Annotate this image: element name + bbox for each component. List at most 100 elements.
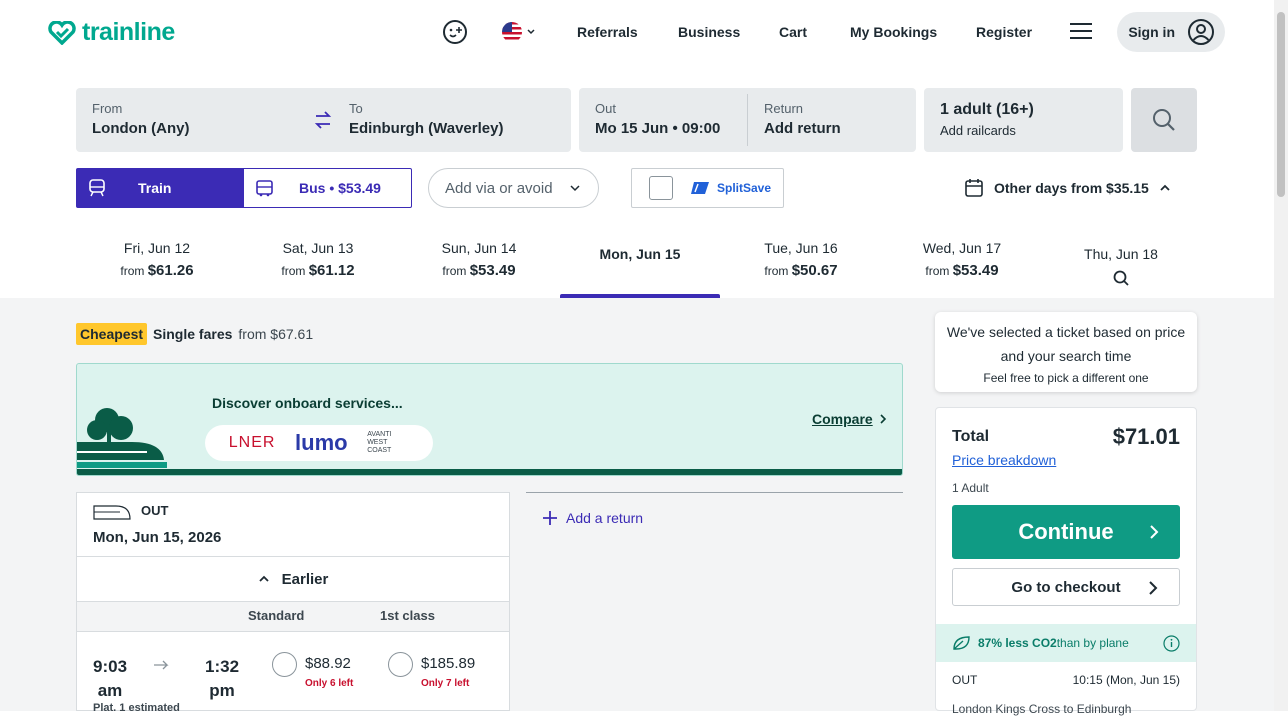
search-button[interactable]: [1131, 88, 1197, 152]
out-label: Out: [595, 101, 616, 116]
railcards-link[interactable]: Add railcards: [940, 123, 1016, 138]
onboard-services-banner[interactable]: Discover onboard services... LNER lumo A…: [76, 363, 903, 476]
chevron-up-icon: [259, 575, 269, 582]
tab-train[interactable]: Train: [76, 168, 244, 208]
date-price: $53.49: [952, 262, 999, 279]
splitsave-label: SplitSave: [717, 181, 772, 195]
tip-line-3: Feel free to pick a different one: [983, 371, 1149, 385]
search-icon: [1113, 270, 1129, 286]
summary-out-time: 10:15 (Mon, Jun 15): [1072, 673, 1180, 687]
to-label: To: [349, 101, 363, 116]
nav-cart[interactable]: Cart: [779, 24, 807, 40]
standard-header: Standard: [248, 608, 305, 623]
search-icon: [1153, 109, 1175, 131]
smiley-plus-icon[interactable]: [442, 19, 468, 50]
language-selector[interactable]: [502, 22, 536, 42]
return-value[interactable]: Add return: [764, 120, 841, 137]
first-class-fare-radio[interactable]: [388, 652, 413, 677]
other-days-label: Other days from $35.15: [994, 180, 1149, 196]
out-label: OUT: [141, 503, 169, 518]
fares-from: from $67.61: [238, 326, 314, 342]
summary-route: London Kings Cross to Edinburgh: [952, 702, 1132, 716]
compare-link[interactable]: Compare: [812, 411, 889, 427]
date-from: from: [120, 264, 145, 278]
date-from: from: [442, 264, 467, 278]
standard-fare-radio[interactable]: [272, 652, 297, 677]
nav-business[interactable]: Business: [678, 24, 740, 40]
chevron-right-icon: [880, 414, 886, 424]
date-option[interactable]: Wed, Jun 17 from $53.49: [882, 240, 1042, 279]
fare-class-header: Standard 1st class: [77, 602, 509, 632]
continue-label: Continue: [1018, 519, 1114, 544]
chevron-up-icon: [1160, 184, 1170, 191]
chevron-down-icon: [570, 185, 580, 192]
date-price: $50.67: [791, 262, 838, 279]
platform-info: Plat. 1 estimated: [93, 702, 180, 714]
standard-price: $88.92: [305, 655, 351, 672]
return-label: Return: [764, 101, 804, 116]
date-option-selected[interactable]: Mon, Jun 15: [560, 246, 720, 262]
date-day: Mon, Jun 15: [599, 246, 681, 262]
total-value: $71.01: [1112, 424, 1180, 449]
journey-row[interactable]: 9:03 am 1:32 pm $88.92 Only 6 left $185.89…: [77, 632, 509, 714]
co2-bold: 87% less CO2: [978, 636, 1057, 650]
continue-button[interactable]: Continue: [952, 505, 1180, 559]
swap-icon[interactable]: [314, 110, 332, 135]
heart-logo-icon: [48, 20, 76, 45]
lumo-logo: lumo: [295, 430, 348, 455]
tab-bus[interactable]: Bus • $53.49: [243, 168, 412, 208]
standard-seats-left: Only 6 left: [305, 678, 354, 689]
from-to-field[interactable]: From London (Any) To Edinburgh (Waverley…: [76, 88, 571, 152]
passengers-field[interactable]: 1 adult (16+) Add railcards: [924, 88, 1123, 152]
date-option[interactable]: Thu, Jun 18: [1041, 246, 1201, 291]
info-icon[interactable]: [1163, 635, 1180, 652]
avanti-logo: AVANTI WEST COAST: [367, 431, 392, 454]
price-summary-panel: Total $71.01 Price breakdown 1 Adult Con…: [935, 407, 1197, 716]
plus-icon: [543, 510, 557, 525]
arrow-right-icon: [154, 660, 169, 670]
add-return-button[interactable]: Add a return: [526, 492, 903, 542]
hamburger-menu-icon[interactable]: [1070, 22, 1092, 45]
date-option[interactable]: Sat, Jun 13 from $61.12: [238, 240, 398, 279]
sign-in-button[interactable]: Sign in: [1117, 12, 1225, 52]
arrival-time: 1:32 pm: [205, 657, 240, 700]
departure-time: 9:03 am: [93, 657, 128, 700]
other-days-toggle[interactable]: Other days from $35.15: [964, 178, 1171, 198]
passengers-value: 1 adult (16+): [940, 101, 1034, 118]
date-option[interactable]: Fri, Jun 12 from $61.26: [77, 240, 237, 279]
earlier-button[interactable]: Earlier: [77, 556, 509, 602]
via-avoid-select[interactable]: Add via or avoid: [428, 168, 599, 208]
to-value[interactable]: Edinburgh (Waverley): [349, 120, 503, 137]
from-value[interactable]: London (Any): [92, 120, 189, 137]
nav-referrals[interactable]: Referrals: [577, 24, 638, 40]
scrollbar-thumb[interactable]: [1277, 12, 1285, 197]
go-to-checkout-button[interactable]: Go to checkout: [952, 568, 1180, 606]
trainline-logo[interactable]: trainline: [48, 18, 175, 47]
user-icon: [1188, 19, 1214, 45]
splitsave-checkbox[interactable]: [649, 176, 673, 200]
nav-register[interactable]: Register: [976, 24, 1032, 40]
date-option[interactable]: Sun, Jun 14 from $53.49: [399, 240, 559, 279]
date-from: from: [281, 264, 306, 278]
earlier-label: Earlier: [281, 570, 329, 588]
fares-heading: Cheapest Single fares from $67.61: [76, 323, 313, 345]
out-value[interactable]: Mo 15 Jun • 09:00: [595, 120, 720, 137]
chevron-right-icon: [1149, 581, 1158, 595]
first-class-seats-left: Only 7 left: [421, 678, 470, 689]
chevron-down-icon: [527, 29, 535, 35]
out-date: Mon, Jun 15, 2026: [93, 529, 222, 546]
operator-logos: LNER lumo AVANTI WEST COAST: [205, 425, 433, 461]
date-day: Sun, Jun 14: [441, 240, 517, 256]
date-price: $53.49: [469, 262, 516, 279]
date-day: Sat, Jun 13: [282, 240, 354, 256]
train-outline-icon: [93, 505, 131, 520]
from-label: From: [92, 101, 123, 116]
outbound-journeys-card: OUT Mon, Jun 15, 2026 Earlier Standard 1…: [76, 492, 510, 714]
splitsave-toggle[interactable]: SplitSave: [631, 168, 784, 208]
nav-my-bookings[interactable]: My Bookings: [850, 24, 937, 40]
price-breakdown-link[interactable]: Price breakdown: [952, 452, 1056, 468]
date-field[interactable]: Out Mo 15 Jun • 09:00 Return Add return: [579, 88, 916, 152]
first-class-price: $185.89: [421, 655, 476, 672]
splitsave-icon: [691, 182, 709, 194]
date-option[interactable]: Tue, Jun 16 from $50.67: [721, 240, 881, 279]
